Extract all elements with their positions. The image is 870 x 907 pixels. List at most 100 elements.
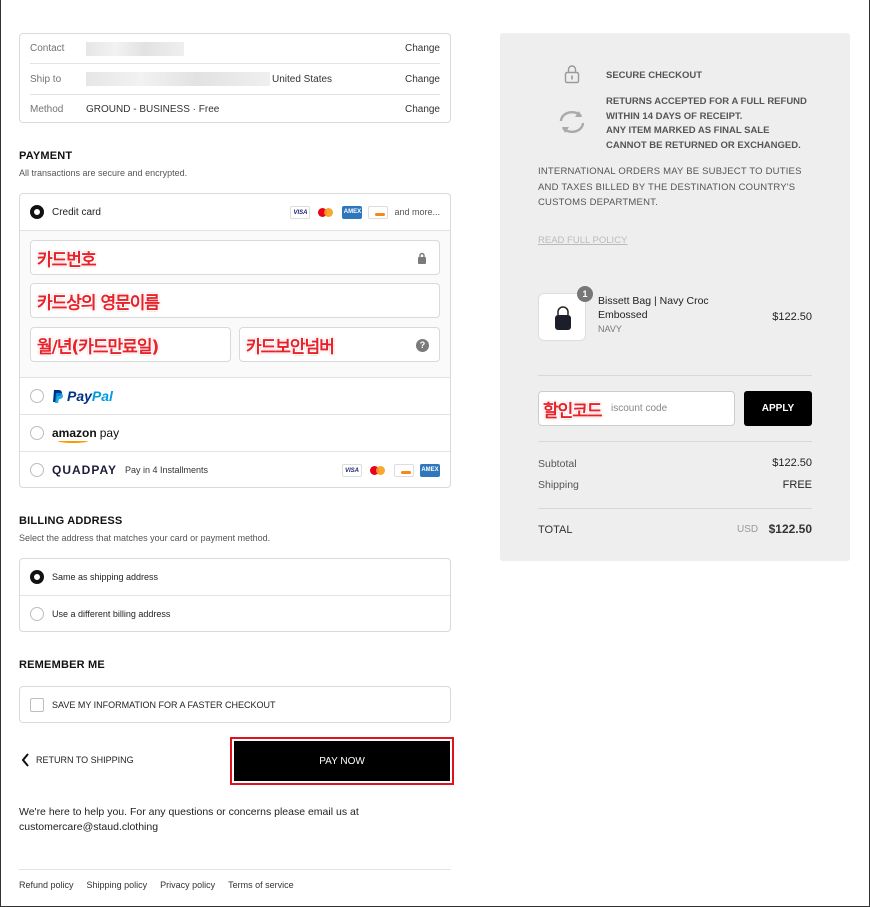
credit-card-radio[interactable] [30, 205, 44, 219]
paypal-radio[interactable] [30, 389, 44, 403]
returns-line-3: ANY ITEM MARKED AS FINAL SALE [606, 125, 770, 136]
cvv-input[interactable]: 카드보안넘버 ? [239, 327, 440, 362]
and-more-text: and more... [394, 207, 440, 217]
payment-subtitle: All transactions are secure and encrypte… [19, 168, 188, 178]
card-fields-area: 카드번호 카드상의 영문이름 월/년(카드만료일) 카드보안넘버 ? [20, 231, 450, 377]
discover-icon [394, 463, 414, 477]
mastercard-icon [316, 205, 337, 219]
pay-now-button[interactable]: PAY NOW [230, 737, 454, 785]
quadpay-radio[interactable] [30, 463, 44, 477]
same-address-label: Same as shipping address [52, 572, 159, 582]
total-label: TOTAL [538, 524, 573, 536]
expiry-annotation: 월/년(카드만료일) [37, 337, 159, 357]
paypal-icon [53, 390, 63, 403]
product-variant: NAVY [598, 324, 622, 334]
remember-box: SAVE MY INFORMATION FOR A FASTER CHECKOU… [19, 686, 451, 723]
terms-of-service-link[interactable]: Terms of service [228, 880, 294, 890]
returns-line-2: WITHIN 14 DAYS OF RECEIPT. [606, 110, 743, 122]
product-qty-badge: 1 [577, 286, 593, 302]
product-name-line-1: Bissett Bag | Navy Croc [598, 295, 709, 307]
contact-value-blurred [86, 41, 184, 56]
refund-policy-link[interactable]: Refund policy [19, 880, 74, 890]
quadpay-brand: QUADPAY [52, 463, 118, 477]
discount-code-input[interactable]: iscount code 할인코드 [538, 391, 735, 426]
payment-title: PAYMENT [19, 150, 73, 162]
amazon-brand-text: amazon [52, 426, 97, 440]
help-email-link[interactable]: customercare@staud.clothing [19, 821, 158, 833]
subtotal-label: Subtotal [538, 458, 577, 470]
different-address-radio[interactable] [30, 607, 44, 621]
ship-to-label: Ship to [30, 73, 62, 85]
same-address-radio[interactable] [30, 570, 44, 584]
footer-links: Refund policy Shipping policy Privacy po… [19, 880, 294, 890]
chevron-left-icon [21, 753, 29, 767]
different-address-option[interactable]: Use a different billing address [20, 596, 450, 632]
shipping-policy-link[interactable]: Shipping policy [87, 880, 148, 890]
amazon-pay-logo: amazon pay [52, 426, 120, 443]
remember-label: SAVE MY INFORMATION FOR A FASTER CHECKOU… [52, 699, 276, 710]
help-question-icon[interactable]: ? [416, 339, 429, 352]
discount-placeholder: iscount code [611, 403, 668, 414]
handbag-icon [555, 306, 571, 330]
shipping-label: Shipping [538, 479, 579, 491]
amazon-pay-option[interactable]: amazon pay [20, 415, 450, 451]
subtotal-value: $122.50 [772, 457, 812, 469]
credit-card-option[interactable]: Credit card VISA AMEX and more... [20, 194, 450, 230]
contact-label: Contact [30, 43, 65, 54]
remember-option[interactable]: SAVE MY INFORMATION FOR A FASTER CHECKOU… [20, 687, 450, 722]
returns-line-1: RETURNS ACCEPTED FOR A FULL REFUND [606, 96, 807, 107]
order-summary-panel: SECURE CHECKOUT RETURNS ACCEPTED FOR A F… [500, 33, 850, 561]
discover-icon [368, 205, 389, 219]
change-ship-to-link[interactable]: Change [405, 74, 440, 85]
read-full-policy-link[interactable]: READ FULL POLICY [538, 235, 627, 246]
ship-to-country: United States [272, 73, 333, 85]
product-name-line-2: Embossed [598, 309, 648, 321]
remember-checkbox[interactable] [30, 697, 44, 712]
product-price: $122.50 [772, 311, 812, 323]
expiry-input[interactable]: 월/년(카드만료일) [30, 327, 231, 362]
apply-button[interactable]: APPLY [744, 391, 812, 426]
billing-subtitle: Select the address that matches your car… [19, 533, 271, 543]
shipping-value: FREE [782, 479, 812, 491]
total-value: $122.50 [768, 522, 812, 536]
return-label: RETURN TO SHIPPING [36, 755, 134, 765]
same-address-option[interactable]: Same as shipping address [20, 559, 450, 595]
amex-icon: AMEX [342, 205, 363, 219]
visa-icon: VISA [290, 205, 311, 219]
billing-box: Same as shipping address Use a different… [19, 558, 451, 632]
privacy-policy-link[interactable]: Privacy policy [160, 880, 215, 890]
return-to-shipping-link[interactable]: RETURN TO SHIPPING [21, 753, 134, 767]
billing-title: BILLING ADDRESS [19, 515, 123, 527]
change-contact-link[interactable]: Change [405, 43, 440, 54]
discount-annotation: 할인코드 [543, 401, 603, 421]
ship-to-address-blurred [86, 72, 270, 86]
returns-policy-text: RETURNS ACCEPTED FOR A FULL REFUND WITHI… [606, 95, 807, 153]
visa-icon: VISA [342, 463, 362, 477]
card-number-input[interactable]: 카드번호 [30, 240, 440, 275]
method-value: GROUND - BUSINESS · Free [86, 103, 220, 115]
payment-methods-box: Credit card VISA AMEX and more... 카드번호 카… [19, 193, 451, 488]
cardholder-name-input[interactable]: 카드상의 영문이름 [30, 283, 440, 318]
international-orders-text: INTERNATIONAL ORDERS MAY BE SUBJECT TO D… [538, 164, 802, 211]
footer-divider [19, 869, 451, 870]
amex-icon: AMEX [420, 463, 440, 477]
paypal-option[interactable]: Pay Pal [20, 378, 450, 414]
returns-line-4: CANNOT BE RETURNED OR EXCHANGED. [606, 139, 801, 151]
change-method-link[interactable]: Change [405, 104, 440, 115]
refresh-arrows-icon [559, 110, 585, 134]
amazon-pay-suffix: pay [99, 426, 120, 440]
quadpay-text: Pay in 4 Installments [125, 465, 209, 475]
product-thumbnail [538, 293, 586, 341]
mastercard-icon [368, 463, 388, 477]
lock-icon [418, 252, 426, 264]
amazon-pay-radio[interactable] [30, 426, 44, 440]
cvv-annotation: 카드보안넘버 [246, 337, 335, 357]
different-address-label: Use a different billing address [52, 609, 171, 619]
intl-line-2: AND TAXES BILLED BY THE DESTINATION COUN… [538, 181, 796, 193]
quadpay-option[interactable]: QUADPAY Pay in 4 Installments VISA AMEX [20, 452, 450, 487]
paypal-pal-text: Pal [91, 388, 113, 404]
padlock-icon [564, 65, 580, 84]
credit-card-label: Credit card [52, 206, 101, 218]
method-label: Method [30, 103, 64, 115]
remember-title: REMEMBER ME [19, 659, 105, 671]
